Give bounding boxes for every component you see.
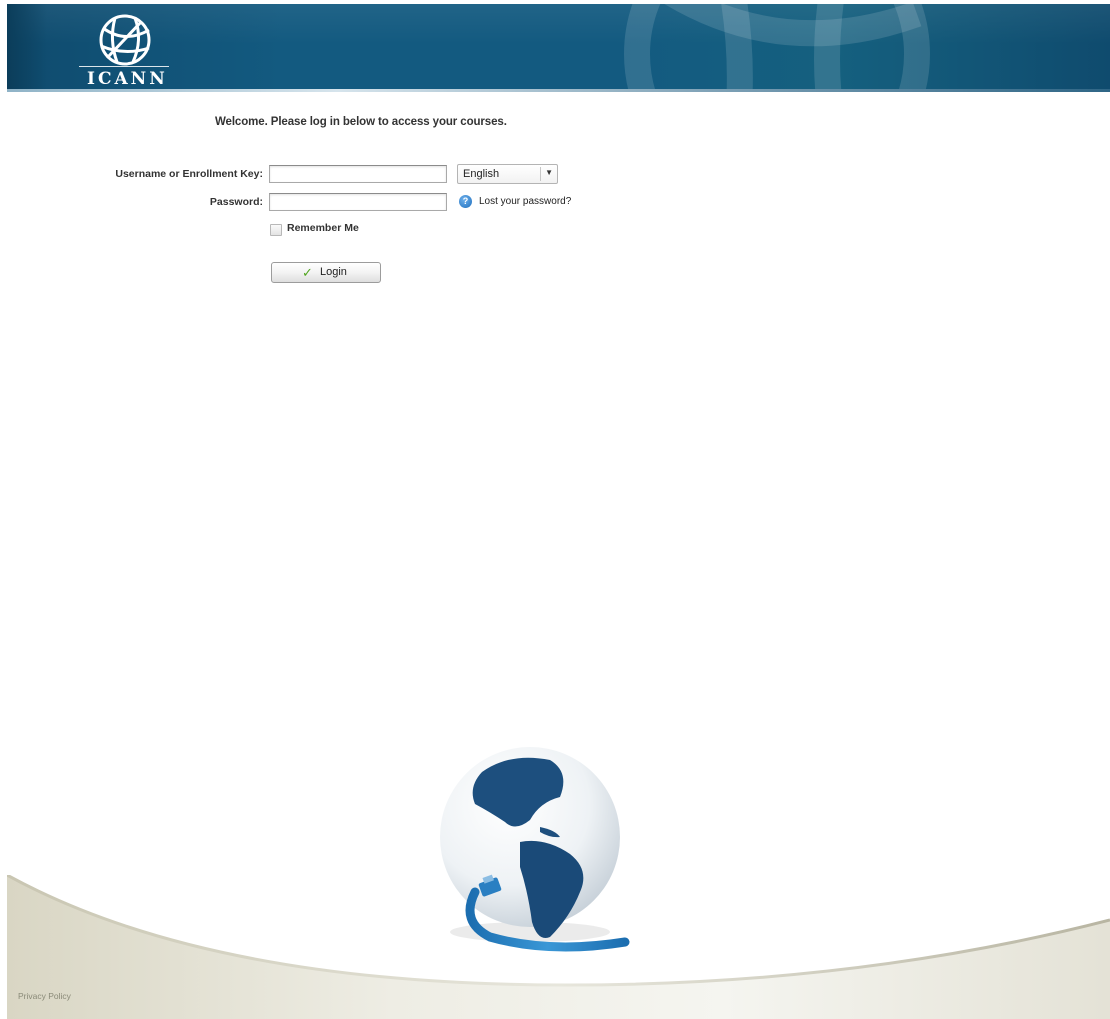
language-select[interactable]: English ▼ [457,164,558,184]
login-page: ICANN Welcome. Please log in below to ac… [0,0,1110,1019]
privacy-policy-link[interactable]: Privacy Policy [18,991,71,1001]
logo-text: ICANN [87,69,168,89]
select-divider [540,167,541,181]
login-button[interactable]: ✓ Login [271,262,381,283]
username-input[interactable] [269,165,447,183]
header-shade [7,4,47,92]
username-label: Username or Enrollment Key: [115,168,263,180]
login-button-label: Login [320,266,347,278]
header-stripe [7,89,1110,92]
globe-image [440,747,630,952]
lost-password-link[interactable]: Lost your password? [479,196,571,207]
header-banner: ICANN [7,4,1110,92]
chevron-down-icon: ▼ [545,168,553,177]
password-input[interactable] [269,193,447,211]
checkmark-icon: ✓ [302,265,313,280]
welcome-message: Welcome. Please log in below to access y… [215,116,507,128]
header-watermark-globe [624,4,930,92]
remember-me-label[interactable]: Remember Me [287,222,359,234]
logo-rule [79,66,169,67]
language-select-value: English [463,168,500,180]
remember-me-checkbox[interactable] [270,224,282,236]
password-label: Password: [209,196,263,208]
help-icon[interactable]: ? [459,195,472,208]
